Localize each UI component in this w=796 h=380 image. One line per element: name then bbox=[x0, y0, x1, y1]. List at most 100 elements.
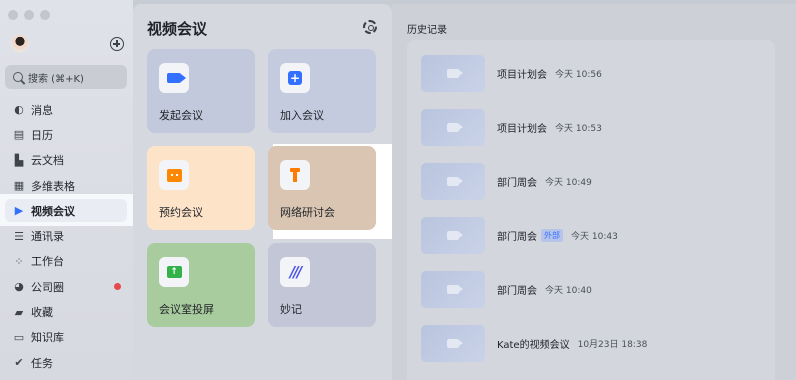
docs-icon: ▙ bbox=[14, 153, 24, 167]
minimize-window-button[interactable] bbox=[24, 10, 34, 20]
history-item[interactable]: 部门周会 外部 今天 10:43 bbox=[421, 216, 761, 254]
page-title: 视频会议 bbox=[147, 20, 208, 38]
sidebar-item-label: 云文档 bbox=[31, 154, 64, 168]
sidebar-item-label: 通讯录 bbox=[31, 230, 64, 244]
sidebar-item-label: 工作台 bbox=[31, 255, 64, 269]
screen-share-icon: ↑ bbox=[159, 257, 189, 287]
video-icon bbox=[447, 68, 463, 78]
meeting-time: 今天 10:49 bbox=[545, 177, 592, 188]
meeting-thumbnail bbox=[421, 108, 485, 146]
sidebar-item-label: 公司圈 bbox=[31, 280, 64, 294]
sidebar-item-label: 收藏 bbox=[31, 306, 53, 320]
video-icon bbox=[447, 122, 463, 132]
bookmark-icon: ▰ bbox=[14, 305, 24, 319]
history-item[interactable]: Kate的视频会议 10月23日 18:38 bbox=[421, 324, 761, 362]
meeting-time: 今天 10:53 bbox=[555, 123, 602, 134]
sidebar-item-wiki[interactable]: ▭ 知识库 bbox=[0, 325, 133, 350]
sidebar-item-workplace[interactable]: ⁘ 工作台 bbox=[0, 249, 133, 274]
sidebar-item-label: 任务 bbox=[31, 356, 53, 370]
card-label: 加入会议 bbox=[280, 109, 324, 122]
meeting-name: 部门周会 bbox=[497, 231, 537, 243]
sidebar-item-label: 知识库 bbox=[31, 331, 64, 345]
meeting-name: 项目计划会 bbox=[497, 123, 547, 135]
contacts-icon: ☰ bbox=[14, 229, 24, 243]
meeting-thumbnail bbox=[421, 162, 485, 200]
sidebar-item-favorites[interactable]: ▰ 收藏 bbox=[0, 299, 133, 324]
history-item[interactable]: 部门周会 今天 10:49 bbox=[421, 162, 761, 200]
sidebar: 搜索 (⌘+K) ◐ 消息 ▤ 日历 ▙ 云文档 ▦ 多维表格 ▶ 视频会议 ☰… bbox=[0, 0, 134, 380]
meeting-name: 项目计划会 bbox=[497, 69, 547, 81]
sidebar-item-moments[interactable]: ◕ 公司圈 bbox=[0, 274, 133, 299]
meetings-panel: 视频会议 发起会议 + 加入会议 预约会议 网络研讨会 ↑ 会议室投屏 /// … bbox=[133, 4, 397, 380]
card-label: 网络研讨会 bbox=[280, 206, 335, 219]
card-label: 妙记 bbox=[280, 303, 302, 316]
meeting-name: Kate的视频会议 bbox=[497, 339, 570, 351]
meeting-thumbnail bbox=[421, 54, 485, 92]
workplace-icon: ⁘ bbox=[14, 254, 24, 268]
webinar-icon bbox=[280, 160, 310, 190]
sidebar-item-label: 多维表格 bbox=[31, 179, 75, 193]
sidebar-item-calendar[interactable]: ▤ 日历 bbox=[0, 122, 133, 147]
avatar[interactable] bbox=[11, 35, 29, 53]
window-controls bbox=[8, 10, 50, 20]
table-icon: ▦ bbox=[13, 179, 25, 193]
notification-badge bbox=[114, 283, 121, 291]
sidebar-nav: ◐ 消息 ▤ 日历 ▙ 云文档 ▦ 多维表格 ▶ 视频会议 ☰ 通讯录 ⁘ 工作… bbox=[0, 97, 133, 375]
close-window-button[interactable] bbox=[8, 10, 18, 20]
sidebar-item-docs[interactable]: ▙ 云文档 bbox=[0, 148, 133, 173]
history-list: 项目计划会 今天 10:56 项目计划会 今天 10:53 部门周会 今天 10… bbox=[407, 40, 775, 380]
sidebar-item-messages[interactable]: ◐ 消息 bbox=[0, 97, 133, 122]
schedule-meeting-card[interactable]: 预约会议 bbox=[147, 146, 255, 230]
join-meeting-card[interactable]: + 加入会议 bbox=[268, 49, 376, 133]
search-placeholder: 搜索 (⌘+K) bbox=[28, 73, 84, 85]
maximize-window-button[interactable] bbox=[40, 10, 50, 20]
video-icon bbox=[447, 176, 463, 186]
sidebar-item-tasks[interactable]: ✔ 任务 bbox=[0, 350, 133, 375]
meeting-time: 今天 10:43 bbox=[571, 231, 618, 242]
card-label: 会议室投屏 bbox=[159, 303, 214, 316]
meeting-time: 今天 10:40 bbox=[545, 285, 592, 296]
sidebar-item-label: 视频会议 bbox=[31, 204, 75, 218]
video-icon bbox=[447, 338, 463, 348]
meeting-thumbnail bbox=[421, 324, 485, 362]
schedule-meeting-icon bbox=[159, 160, 189, 190]
moments-icon: ◕ bbox=[14, 280, 24, 294]
start-meeting-icon bbox=[159, 63, 189, 93]
screen-share-card[interactable]: ↑ 会议室投屏 bbox=[147, 243, 255, 327]
sidebar-item-contacts[interactable]: ☰ 通讯录 bbox=[0, 223, 133, 248]
sidebar-item-video-meetings[interactable]: ▶ 视频会议 bbox=[0, 198, 133, 223]
webinar-card[interactable]: 网络研讨会 bbox=[268, 146, 376, 230]
gear-icon[interactable] bbox=[363, 20, 377, 34]
search-input[interactable]: 搜索 (⌘+K) bbox=[5, 65, 127, 89]
sidebar-item-label: 日历 bbox=[31, 128, 53, 142]
add-button[interactable] bbox=[110, 37, 124, 51]
start-meeting-card[interactable]: 发起会议 bbox=[147, 49, 255, 133]
wiki-icon: ▭ bbox=[13, 330, 25, 344]
join-meeting-icon: + bbox=[280, 63, 310, 93]
minutes-card[interactable]: /// 妙记 bbox=[268, 243, 376, 327]
history-item[interactable]: 项目计划会 今天 10:53 bbox=[421, 108, 761, 146]
card-label: 预约会议 bbox=[159, 206, 203, 219]
video-icon bbox=[447, 284, 463, 294]
chat-icon: ◐ bbox=[14, 103, 24, 117]
meeting-thumbnail bbox=[421, 216, 485, 254]
history-item[interactable]: 部门周会 今天 10:40 bbox=[421, 270, 761, 308]
meeting-thumbnail bbox=[421, 270, 485, 308]
meeting-name: 部门周会 bbox=[497, 285, 537, 297]
sidebar-item-base[interactable]: ▦ 多维表格 bbox=[0, 173, 133, 198]
meeting-name: 部门周会 bbox=[497, 177, 537, 189]
search-icon bbox=[13, 72, 23, 82]
external-tag: 外部 bbox=[541, 228, 563, 242]
meeting-time: 10月23日 18:38 bbox=[577, 339, 648, 350]
minutes-icon: /// bbox=[280, 257, 310, 287]
calendar-icon: ▤ bbox=[13, 128, 25, 142]
video-icon: ▶ bbox=[14, 204, 24, 218]
meeting-time: 今天 10:56 bbox=[555, 69, 602, 80]
history-item[interactable]: 项目计划会 今天 10:56 bbox=[421, 54, 761, 92]
video-icon bbox=[447, 230, 463, 240]
card-label: 发起会议 bbox=[159, 109, 203, 122]
history-title: 历史记录 bbox=[407, 25, 447, 36]
sidebar-item-label: 消息 bbox=[31, 103, 53, 117]
task-icon: ✔ bbox=[14, 356, 24, 370]
history-panel: 历史记录 项目计划会 今天 10:56 项目计划会 今天 10:53 部门周会 … bbox=[392, 4, 796, 380]
